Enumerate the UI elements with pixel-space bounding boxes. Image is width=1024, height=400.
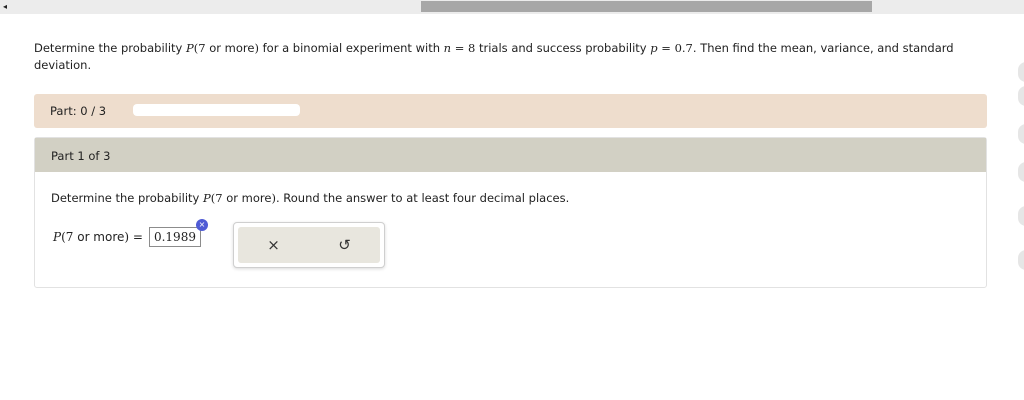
side-tab-handle[interactable] — [1018, 86, 1024, 106]
answer-tools: × ↺ — [238, 227, 380, 263]
part-header: Part 1 of 3 — [35, 138, 986, 172]
answer-value: 0.1989 — [153, 230, 196, 244]
side-tab-handle[interactable] — [1018, 250, 1024, 270]
answer-label: P(7 or more) = — [53, 230, 143, 244]
question-text: Determine the probability P(7 or more) f… — [34, 41, 954, 72]
progress-track — [133, 104, 300, 116]
part-question: Determine the probability P(7 or more). … — [51, 191, 570, 205]
clear-button[interactable]: × — [238, 227, 309, 263]
side-tab-handle[interactable] — [1018, 62, 1024, 82]
answer-tools-panel: × ↺ — [233, 222, 385, 268]
horizontal-scrollbar-thumb[interactable] — [421, 1, 872, 12]
part-title: Part 1 of 3 — [51, 149, 111, 163]
side-tab-handle[interactable] — [1018, 124, 1024, 144]
progress-bar: Part: 0 / 3 — [34, 94, 987, 128]
answer-row: P(7 or more) = 0.1989 × — [53, 219, 208, 248]
caret-left-icon[interactable]: ◂ — [3, 1, 7, 13]
side-tab-handle[interactable] — [1018, 206, 1024, 226]
answer-input[interactable]: 0.1989 × — [148, 219, 208, 247]
top-bar: ◂ — [0, 0, 1024, 14]
part-card: Part 1 of 3 Determine the probability P(… — [34, 137, 987, 288]
side-tab-handle[interactable] — [1018, 162, 1024, 182]
progress-label: Part: 0 / 3 — [50, 104, 107, 118]
close-icon: × — [267, 236, 280, 254]
undo-button[interactable]: ↺ — [309, 227, 380, 263]
x-circle-icon: × — [195, 219, 208, 231]
undo-icon: ↺ — [338, 236, 351, 254]
